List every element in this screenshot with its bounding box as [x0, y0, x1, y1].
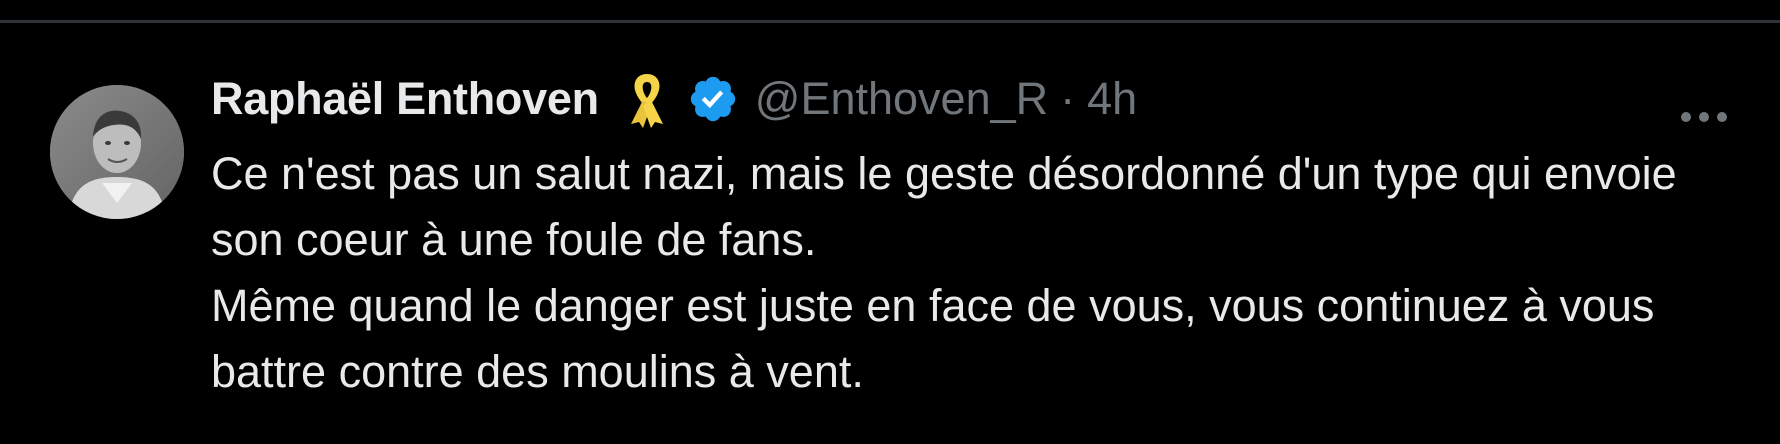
tweet-timestamp[interactable]: 4h [1087, 73, 1137, 125]
avatar[interactable] [50, 85, 184, 219]
tweet[interactable]: Raphaël Enthoven @Enthoven_R · 4h Ce n'e… [0, 23, 1780, 444]
tweet-header: Raphaël Enthoven @Enthoven_R · 4h [211, 65, 1741, 133]
author-name[interactable]: Raphaël Enthoven [211, 73, 599, 125]
verified-badge-icon[interactable] [687, 73, 739, 125]
tweet-text: Ce n'est pas un salut nazi, mais le gest… [211, 148, 1677, 397]
avatar-photo-icon [50, 85, 184, 219]
more-options-button[interactable] [1674, 87, 1734, 147]
separator-dot: · [1060, 73, 1076, 124]
author-handle[interactable]: @Enthoven_R [755, 73, 1048, 125]
yellow-ribbon-icon [625, 70, 669, 128]
ellipsis-icon [1681, 112, 1727, 122]
tweet-content: Raphaël Enthoven @Enthoven_R · 4h Ce n'e… [211, 65, 1741, 405]
